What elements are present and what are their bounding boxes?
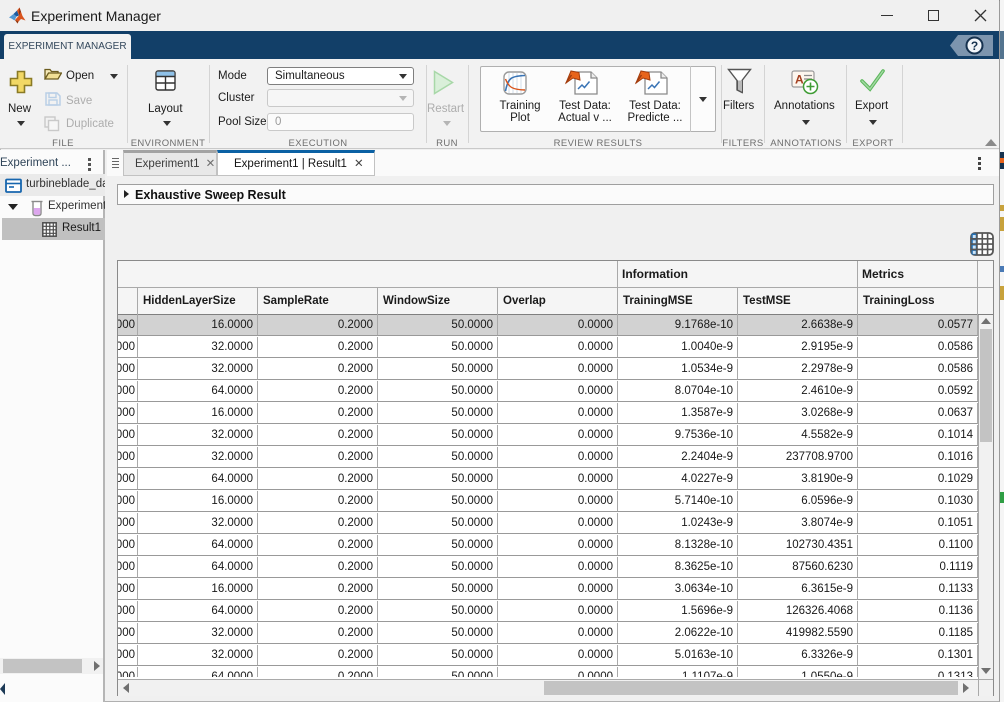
svg-text:?: ?	[971, 39, 978, 53]
svg-text:A: A	[795, 73, 804, 87]
